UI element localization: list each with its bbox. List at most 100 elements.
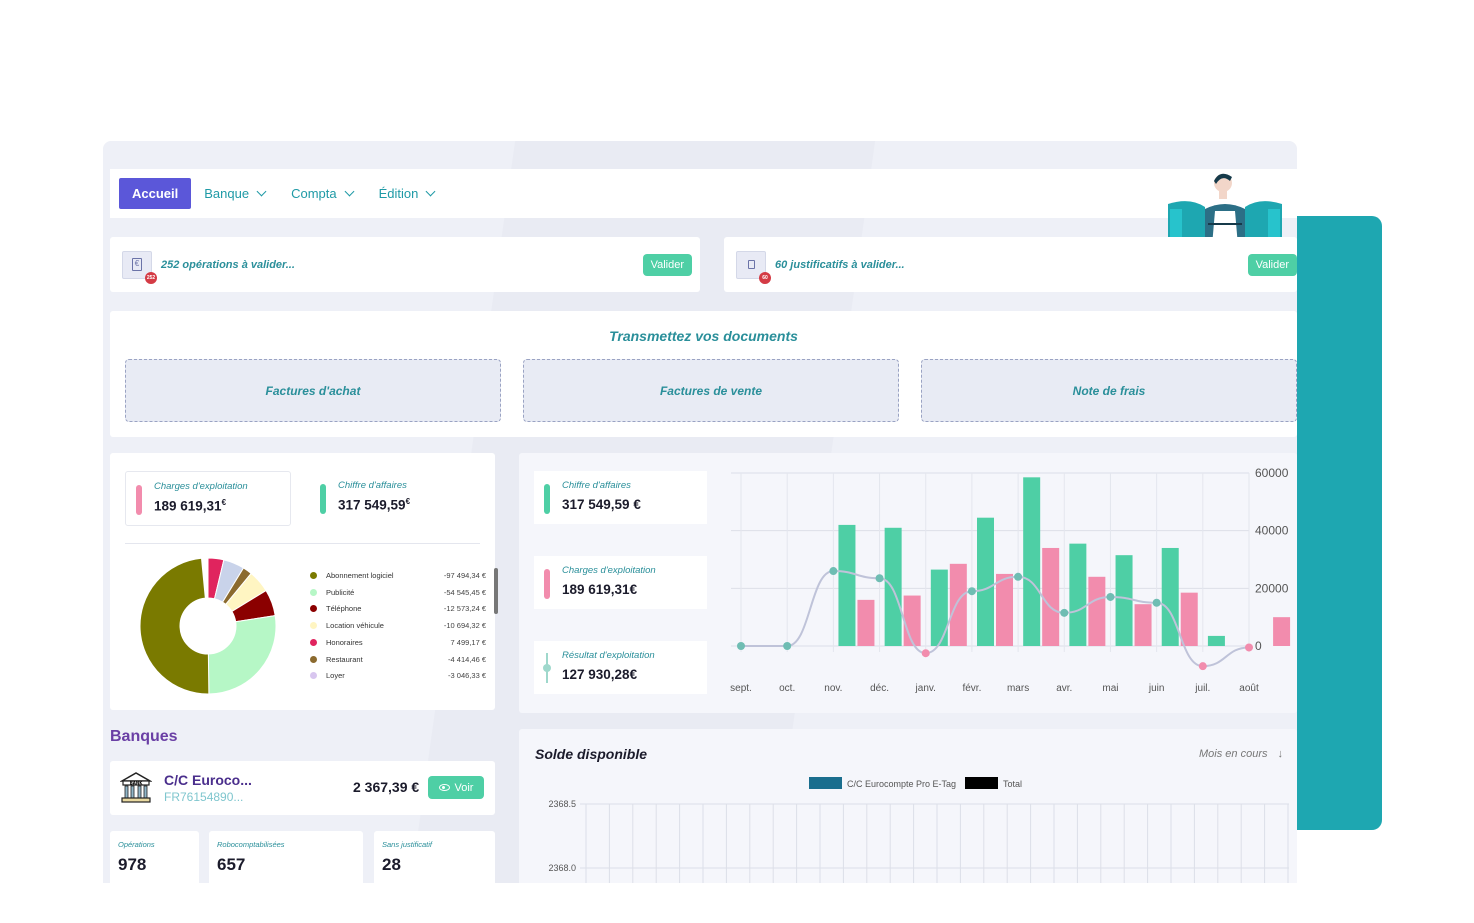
alert-text[interactable]: 60 justificatifs à valider... bbox=[775, 259, 1248, 271]
bar-charges bbox=[1042, 547, 1060, 646]
nav-compta[interactable]: Compta bbox=[291, 186, 355, 201]
decorative-teal-panel bbox=[1290, 216, 1382, 830]
bar-ca bbox=[838, 524, 856, 646]
legend-item[interactable]: Publicité -54 545,45 € bbox=[310, 588, 486, 600]
alert-operations: € 252 252 opérations à valider... Valide… bbox=[110, 237, 700, 292]
resultat-point bbox=[1106, 592, 1115, 601]
solde-card: Solde disponible Mois en cours ↓ C/C Euro… bbox=[519, 729, 1297, 883]
nav-banque-label: Banque bbox=[204, 186, 250, 201]
bank-iban: FR76154890... bbox=[164, 790, 244, 804]
receipt-icon: € 252 bbox=[122, 250, 157, 284]
bar-ca bbox=[1161, 547, 1179, 646]
kpi-chiffre-affaires: Chiffre d'affaires 317 549,59€ bbox=[310, 471, 476, 526]
x-tick-label: déc. bbox=[870, 683, 889, 694]
legend-value: -54 545,45 € bbox=[443, 587, 486, 597]
voir-button[interactable]: Voir bbox=[428, 776, 484, 799]
stat-value: 657 bbox=[217, 855, 246, 874]
expense-donut-chart bbox=[139, 557, 277, 695]
valider-operations-button[interactable]: Valider bbox=[642, 253, 692, 276]
bar-ca bbox=[1207, 635, 1225, 646]
legend-value: -10 694,32 € bbox=[443, 621, 486, 631]
legend-value: 7 499,17 € bbox=[450, 637, 486, 647]
transmit-title: Transmettez vos documents bbox=[609, 328, 798, 344]
x-tick-label: oct. bbox=[779, 683, 795, 694]
bar-ca bbox=[1023, 477, 1041, 646]
resultat-point bbox=[967, 587, 976, 596]
nav-compta-label: Compta bbox=[291, 186, 337, 201]
y-tick-label: 40000 bbox=[1255, 524, 1289, 538]
alert-text[interactable]: 252 opérations à valider... bbox=[161, 259, 643, 271]
svg-text:BANK: BANK bbox=[130, 780, 143, 785]
resultat-point bbox=[1152, 598, 1161, 607]
alert-justificatifs: 60 60 justificatifs à valider... Valider bbox=[724, 237, 1297, 292]
donut-slice bbox=[139, 557, 210, 695]
resultat-point bbox=[1245, 643, 1253, 652]
dropzone-note-frais[interactable]: Note de frais bbox=[921, 359, 1297, 422]
legend-swatch bbox=[310, 572, 317, 579]
x-tick-label: juil. bbox=[1194, 683, 1210, 694]
kpi-label: Résultat d'exploitation bbox=[562, 650, 655, 661]
nav-banque[interactable]: Banque bbox=[204, 186, 267, 201]
y-tick-label: 20000 bbox=[1255, 581, 1289, 595]
dropzone-factures-vente[interactable]: Factures de vente bbox=[523, 359, 899, 422]
alert-badge: 60 bbox=[759, 271, 771, 284]
valider-justificatifs-button[interactable]: Valider bbox=[1247, 253, 1297, 276]
chart-kpi-ca: Chiffre d'affaires 317 549,59 € bbox=[534, 471, 707, 524]
bar-ca bbox=[1115, 555, 1133, 646]
kpi-value: 317 549,59 € bbox=[562, 497, 641, 512]
resultat-point bbox=[921, 649, 930, 658]
chart-kpi-charges: Charges d'exploitation 189 619,31€ bbox=[534, 556, 707, 609]
solde-line-chart: C/C Eurocompte Pro E-Tag Total 2368.5 2368.… bbox=[548, 777, 1289, 883]
performance-chart-card: Chiffre d'affaires 317 549,59 € Charges … bbox=[519, 453, 1297, 713]
divider bbox=[125, 543, 480, 544]
bar-charges bbox=[1088, 576, 1106, 646]
expense-breakdown-card: Charges d'exploitation 189 619,31€ Chiff… bbox=[110, 453, 498, 710]
period-selector[interactable]: Mois en cours ↓ bbox=[1199, 748, 1283, 760]
legend-item[interactable]: Téléphone -12 573,24 € bbox=[310, 604, 486, 616]
dropzone-factures-achat[interactable]: Factures d'achat bbox=[125, 359, 501, 422]
stat-operations: Opérations 978 bbox=[110, 831, 199, 883]
resultat-point bbox=[875, 574, 884, 583]
kpi-label: Chiffre d'affaires bbox=[562, 480, 631, 491]
legend-swatch bbox=[310, 638, 317, 646]
scrollbar-thumb[interactable] bbox=[494, 568, 498, 614]
x-tick-label: nov. bbox=[824, 683, 842, 694]
kpi-label: Chiffre d'affaires bbox=[338, 480, 407, 491]
legend-item[interactable]: Restaurant -4 414,46 € bbox=[310, 655, 486, 667]
nav-edition[interactable]: Édition bbox=[378, 186, 436, 201]
monthly-bar-chart: 60000 40000 20000 0 sept. oct. nov. déc. janv. fé… bbox=[730, 466, 1291, 694]
legend-item[interactable]: Honoraires 7 499,17 € bbox=[310, 638, 486, 650]
legend-label: Total bbox=[1003, 779, 1022, 789]
bank-account-row: BANK C/C Euroco... FR76154890... 2 367,3… bbox=[110, 761, 495, 815]
kpi-dot-marker bbox=[543, 664, 551, 672]
legend-swatch bbox=[310, 588, 317, 596]
legend-label: Honoraires bbox=[326, 637, 363, 647]
nav-edition-label: Édition bbox=[378, 186, 419, 201]
legend-label: Publicité bbox=[326, 587, 355, 597]
nav-accueil[interactable]: Accueil bbox=[119, 178, 192, 209]
legend-item[interactable]: Loyer -3 046,33 € bbox=[310, 671, 486, 683]
legend-item[interactable]: Abonnement logiciel -97 494,34 € bbox=[310, 571, 486, 583]
stat-value: 28 bbox=[382, 855, 401, 874]
y-tick-label: 0 bbox=[1255, 639, 1262, 653]
x-tick-label: avr. bbox=[1056, 683, 1072, 694]
x-tick-label: sept. bbox=[730, 683, 752, 694]
arrow-down-icon: ↓ bbox=[1277, 748, 1284, 760]
kpi-charges: Charges d'exploitation 189 619,31€ bbox=[125, 471, 291, 526]
legend-value: -97 494,34 € bbox=[443, 571, 486, 580]
legend-value: -12 573,24 € bbox=[443, 604, 486, 614]
kpi-label: Charges d'exploitation bbox=[562, 565, 656, 576]
bank-name[interactable]: C/C Euroco... bbox=[164, 772, 252, 788]
resultat-point bbox=[1014, 572, 1023, 581]
stat-sans-justificatif: Sans justificatif 28 bbox=[374, 831, 495, 883]
kpi-color-bar bbox=[544, 484, 550, 514]
legend-swatch bbox=[310, 622, 317, 630]
kpi-value: 127 930,28€ bbox=[562, 667, 638, 682]
voir-label: Voir bbox=[454, 781, 474, 794]
stat-value: 978 bbox=[118, 855, 147, 874]
x-tick-label: août bbox=[1239, 683, 1259, 694]
legend-swatch bbox=[310, 672, 317, 680]
stat-label: Opérations bbox=[118, 840, 155, 849]
kpi-unit: € bbox=[221, 498, 227, 507]
legend-item[interactable]: Location véhicule -10 694,32 € bbox=[310, 621, 486, 633]
